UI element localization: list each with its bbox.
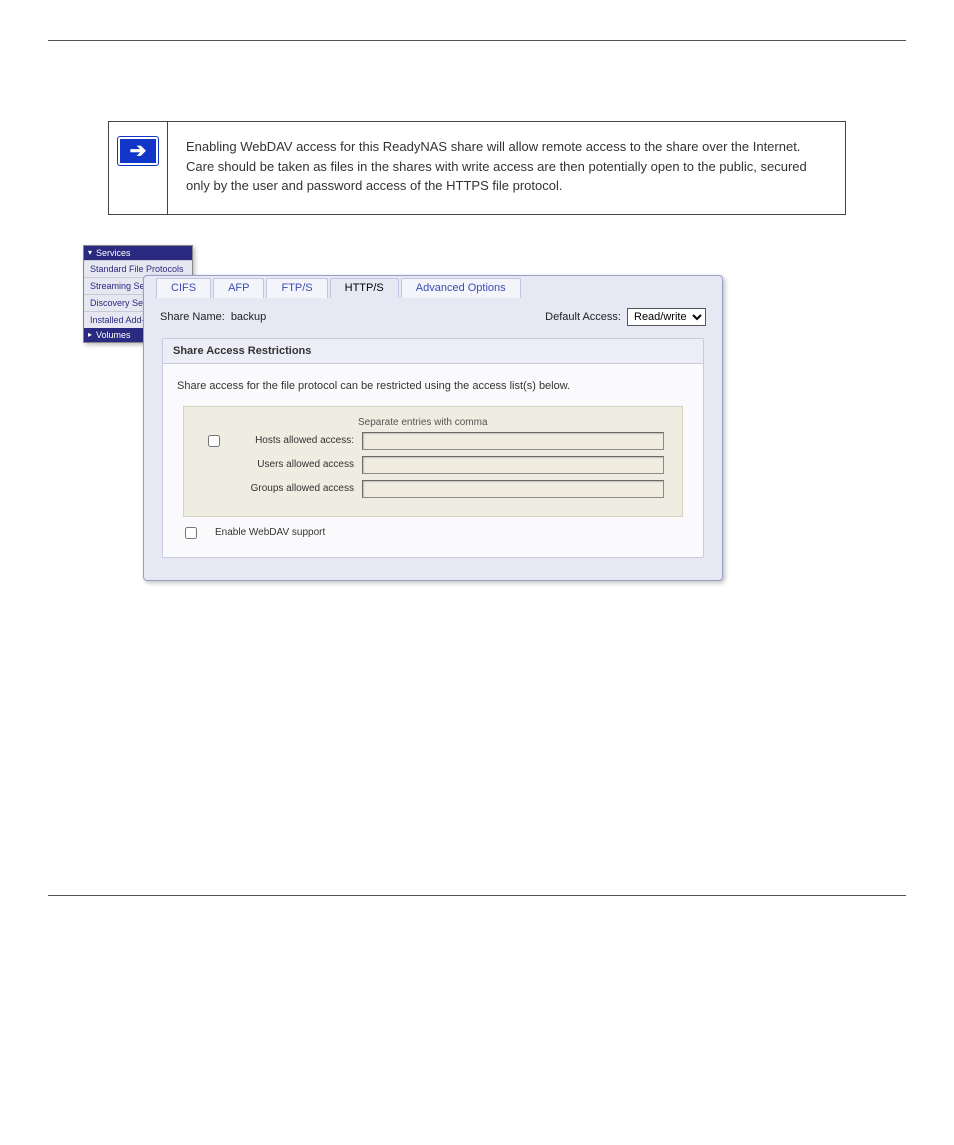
row-hosts-allowed: Hosts allowed access: — [202, 432, 664, 450]
tab-row: CIFS AFP FTP/S HTTP/S Advanced Options — [144, 276, 722, 298]
share-name-value: backup — [231, 311, 266, 323]
arrow-glyph: ➔ — [130, 141, 147, 161]
restrictions-hint: Separate entries with comma — [358, 417, 664, 428]
groups-allowed-input[interactable] — [362, 480, 664, 498]
note-icon-cell: ➔ — [109, 122, 168, 214]
rule-bottom — [48, 895, 906, 896]
default-access-select[interactable]: Read/write — [627, 308, 706, 326]
sidebar-header[interactable]: ▾ Services — [84, 246, 192, 260]
webdav-row: Enable WebDAV support — [185, 527, 689, 539]
row-groups-allowed: Groups allowed access — [202, 480, 664, 498]
arrow-right-icon: ➔ — [118, 137, 158, 165]
share-row: Share Name: backup Default Access: Read/… — [160, 308, 706, 326]
restrictions-body: Share access for the file protocol can b… — [163, 364, 703, 557]
tab-ftps[interactable]: FTP/S — [266, 278, 327, 298]
tab-https[interactable]: HTTP/S — [330, 278, 399, 298]
enable-webdav-checkbox[interactable] — [185, 527, 197, 539]
restrictions-box: Separate entries with comma Hosts allowe… — [183, 406, 683, 517]
tab-afp[interactable]: AFP — [213, 278, 264, 298]
sidebar-item-standard-file-protocols[interactable]: Standard File Protocols — [84, 260, 192, 277]
chevron-down-icon: ▾ — [88, 248, 92, 257]
hosts-allowed-checkbox[interactable] — [208, 435, 220, 447]
restrictions-title: Share Access Restrictions — [163, 339, 703, 364]
hosts-allowed-input[interactable] — [362, 432, 664, 450]
default-access-label: Default Access: — [545, 311, 621, 323]
screenshot-area: ▾ Services Standard File Protocols Strea… — [83, 245, 906, 565]
sidebar-volumes-label: Volumes — [96, 330, 131, 340]
restrictions-section: Share Access Restrictions Share access f… — [162, 338, 704, 558]
note-text: Enabling WebDAV access for this ReadyNAS… — [168, 122, 845, 214]
hosts-allowed-label: Hosts allowed access: — [224, 435, 362, 446]
note-box: ➔ Enabling WebDAV access for this ReadyN… — [108, 121, 846, 215]
chevron-right-icon: ▸ — [88, 330, 92, 339]
users-allowed-label: Users allowed access — [224, 459, 362, 470]
rule-top — [48, 40, 906, 41]
users-allowed-input[interactable] — [362, 456, 664, 474]
enable-webdav-label: Enable WebDAV support — [215, 527, 325, 538]
groups-allowed-label: Groups allowed access — [224, 483, 362, 494]
share-name-label: Share Name: — [160, 311, 225, 323]
share-settings-panel: CIFS AFP FTP/S HTTP/S Advanced Options S… — [143, 275, 723, 581]
tab-advanced-options[interactable]: Advanced Options — [401, 278, 521, 298]
tab-cifs[interactable]: CIFS — [156, 278, 211, 298]
restrictions-desc: Share access for the file protocol can b… — [177, 380, 689, 392]
sidebar-header-label: Services — [96, 248, 131, 258]
row-users-allowed: Users allowed access — [202, 456, 664, 474]
panel-body: Share Name: backup Default Access: Read/… — [144, 298, 722, 560]
